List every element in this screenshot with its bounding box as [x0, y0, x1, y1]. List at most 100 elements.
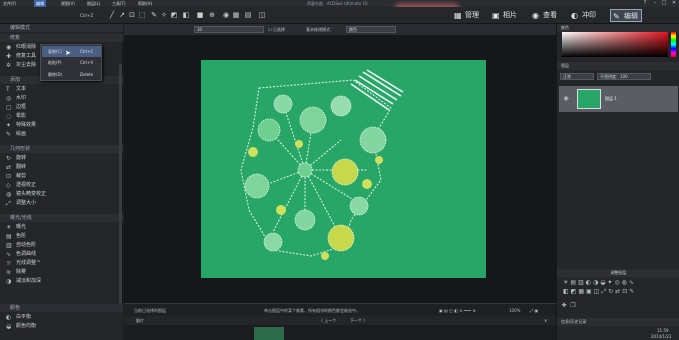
wand-tool-icon[interactable]: ✧ — [160, 11, 168, 19]
menu-help[interactable]: 帮助(H) — [138, 0, 152, 7]
stamp-tool-icon[interactable]: ◫ — [258, 11, 266, 19]
tool-dodge-burn[interactable]: ◑ 减淡和加深 — [0, 277, 123, 286]
line-tool-icon[interactable]: ╱ — [108, 11, 116, 19]
blend-mode-select[interactable]: 正常 — [560, 73, 594, 80]
prev-button[interactable]: 〈 上一个 — [319, 317, 336, 325]
left-panel-scrollbar[interactable] — [119, 64, 122, 314]
mode-edit[interactable]: ✎ 编辑 — [610, 9, 642, 22]
mode-photos[interactable]: ▣ 相片 — [490, 9, 520, 22]
next-button[interactable]: 下一个 〉 — [350, 317, 367, 325]
add-layer-icon[interactable]: ✚ — [560, 302, 568, 310]
swap-colors-icon[interactable]: ■ — [196, 11, 204, 19]
tool-curves[interactable]: ∿ 色调曲线 — [0, 250, 123, 259]
mode-label: 基本修改模式： — [306, 27, 334, 32]
edited-image[interactable] — [201, 60, 486, 278]
arrow-tool-icon[interactable]: ↗ — [118, 11, 126, 19]
tool-effects[interactable]: ✦ 特殊效果 — [0, 121, 123, 130]
tool-watermark[interactable]: ◎ 水印 — [0, 94, 123, 103]
layer-actions: ✚ ❐ — [557, 302, 679, 310]
mode-manage[interactable]: ▦ 管理 — [452, 9, 482, 22]
zoom-tool-icon[interactable]: ⊕ — [208, 11, 216, 19]
select-tool-icon[interactable]: ⬚ — [138, 11, 146, 19]
watermark-icon: ◎ — [6, 95, 12, 102]
menu-bar: 文件(F) 编辑 视图(V) 图层(L) 工具(T) 帮助(H) 荷瑟台起 · … — [0, 0, 679, 7]
crop-icon: ⊡ — [6, 173, 12, 180]
tool-auto-levels[interactable]: ▥ 自动色阶 — [0, 241, 123, 250]
tool-paint[interactable]: ✎ 绘画 — [0, 130, 123, 139]
tool-options-bar: 30 ☐ 已选择 基本修改模式： 颜色 — [124, 24, 556, 35]
tool-vignette[interactable]: ◌ 晕影 — [0, 112, 123, 121]
hue-slider[interactable] — [671, 32, 676, 57]
hand-tool-icon[interactable]: ▤ — [244, 11, 252, 19]
right-panel: 颜色 图层 正常 不透明度：100 ◉ 图层 1 ✚ ❐ 调整图层 ☀▤▥◐◑◒… — [556, 24, 679, 340]
color-swatch-icon[interactable]: ◧ — [182, 11, 190, 19]
tool-white-balance[interactable]: ◐ 白平衡 — [0, 313, 123, 322]
menu-edit[interactable]: 编辑 — [34, 0, 46, 7]
mouse-cursor-icon: ➤ — [65, 49, 71, 57]
section-exposure[interactable]: 曝光/光线 — [0, 214, 123, 222]
edit-context-menu: 复制(C) Ctrl+C 粘贴(P) Ctrl+V 删除(D) Delete — [40, 44, 102, 81]
fill-tool-icon[interactable]: ◩ — [170, 11, 178, 19]
menu-delete[interactable]: 删除(D) Delete — [42, 69, 101, 80]
tool-resize[interactable]: ⤢ 调整大小 — [0, 199, 123, 208]
section-geometry[interactable]: 几何形状 — [0, 145, 123, 153]
opacity-input[interactable]: 不透明度：100 — [597, 73, 651, 80]
menu-file[interactable]: 文件(F) — [3, 0, 16, 7]
perspective-icon: ◇ — [6, 182, 11, 189]
tool-lens[interactable]: ◍ 镜头畸变校正 — [0, 190, 123, 199]
brush-tool-icon[interactable]: ✎ — [150, 11, 158, 19]
lens-icon: ◍ — [6, 191, 12, 198]
filmstrip-close-icon[interactable]: ✕ — [544, 317, 547, 325]
border-icon: ▢ — [6, 104, 12, 111]
tool-text[interactable]: T 文本 — [0, 85, 123, 94]
visibility-eye-icon[interactable]: ◉ — [562, 95, 570, 103]
thumbnail[interactable] — [254, 327, 284, 340]
mode-select[interactable]: 颜色 — [346, 26, 396, 33]
text-icon: T — [6, 86, 10, 93]
size-input[interactable]: 30 — [194, 26, 264, 33]
grid-toggle-icon[interactable]: ▦ — [232, 11, 240, 19]
tool-rotate[interactable]: ↻ 旋转 — [0, 154, 123, 163]
close-button[interactable]: ✕ — [669, 0, 679, 7]
layers-panel-title: 图层 — [557, 62, 679, 70]
grid-icon: ▦ — [454, 11, 462, 20]
resize-icon: ⤢ — [6, 200, 11, 207]
photo-icon: ▣ — [492, 11, 500, 20]
crop-tool-icon[interactable]: ⊡ — [128, 11, 136, 19]
eye-icon: ◉ — [532, 11, 539, 20]
tool-perspective[interactable]: ◇ 透视校正 — [0, 181, 123, 190]
levels-icon: ▤ — [6, 233, 12, 240]
mode-develop[interactable]: ◐ 冲印 — [569, 9, 599, 22]
exposure-icon: ☀ — [6, 224, 12, 231]
menu-layer[interactable]: 图层(L) — [87, 0, 100, 7]
help-icon[interactable]: ? — [640, 0, 650, 7]
section-repair[interactable]: 修复 — [0, 34, 123, 42]
left-panel-bottom: 颜色 ◐ 白平衡 ◒ 颜色均衡 — [0, 304, 123, 340]
tool-exposure[interactable]: ☀ 曝光 — [0, 223, 123, 232]
tool-crop[interactable]: ⊡ 裁剪 — [0, 172, 123, 181]
adjustment-icons[interactable]: ☀▤▥◐◑◒✦◎◍∿ ◧◩▦▣◫⤢↻⇄⊡✎ — [563, 278, 676, 298]
maximize-button[interactable]: □ — [659, 0, 669, 7]
auto-levels-icon: ▥ — [6, 242, 12, 249]
mode-view[interactable]: ◉ 查看 — [530, 9, 560, 22]
menu-view[interactable]: 视图(V) — [61, 0, 75, 7]
layer-thumbnail — [577, 89, 601, 109]
section-color[interactable]: 颜色 — [0, 304, 123, 312]
brush-icon: ✎ — [6, 131, 12, 138]
tool-levels[interactable]: ▤ 色阶 — [0, 232, 123, 241]
eye-icon: ◉ — [6, 44, 12, 51]
menu-paste[interactable]: 粘贴(P) Ctrl+V — [42, 57, 101, 68]
selected-checkbox[interactable]: ☐ 已选择 — [268, 26, 285, 33]
tool-border[interactable]: ▢ 边框 — [0, 103, 123, 112]
duplicate-layer-icon[interactable]: ❐ — [569, 302, 577, 310]
menu-tools[interactable]: 工具(T) — [112, 0, 126, 7]
tool-color-balance[interactable]: ◒ 颜色均衡 — [0, 322, 123, 331]
tool-flip[interactable]: ⇄ 翻转 — [0, 163, 123, 172]
color-picker[interactable] — [562, 32, 668, 57]
record-icon[interactable]: ◉ — [222, 11, 230, 19]
tool-dehaze[interactable]: ≋ 除雾 — [0, 268, 123, 277]
history-panel-title: 信息/历史记录 — [557, 318, 679, 326]
layer-row[interactable]: ◉ 图层 1 — [559, 86, 678, 112]
tool-light[interactable]: ☼ 光线调整™ — [0, 259, 123, 268]
menu-copy[interactable]: 复制(C) Ctrl+C — [42, 46, 101, 57]
